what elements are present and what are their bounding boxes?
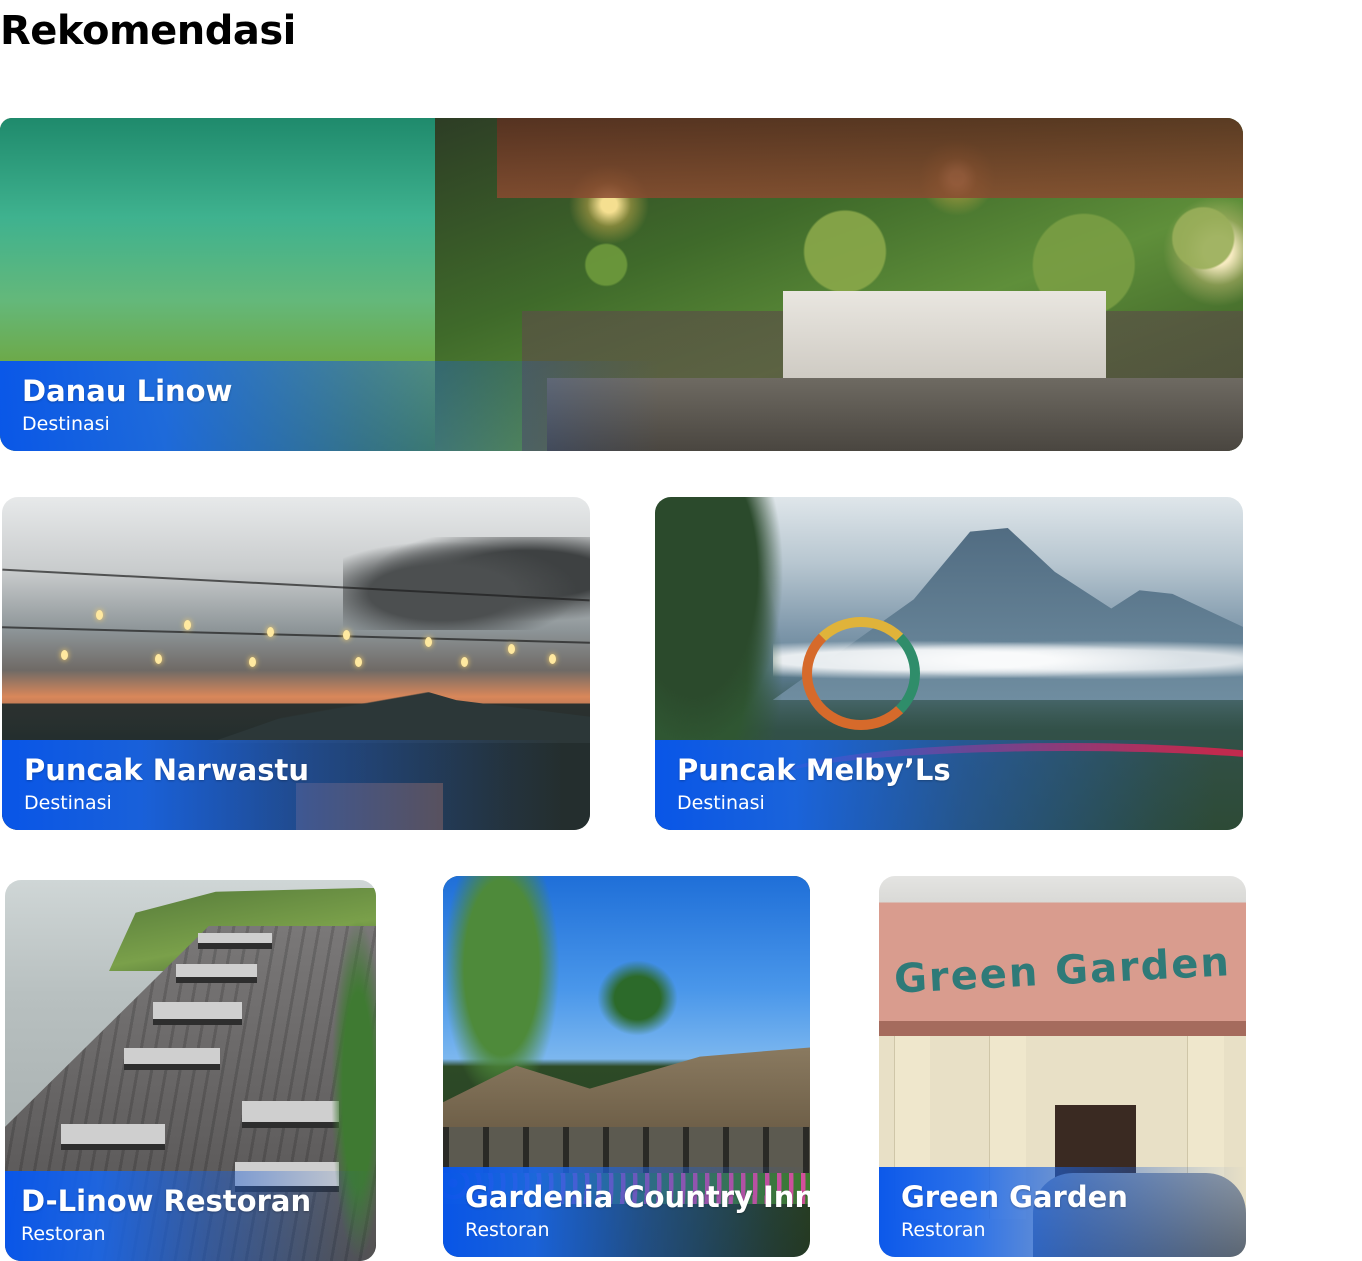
card-green-garden[interactable]: Green Garden Green Garden Restoran [879,876,1246,1257]
card-category: Destinasi [24,792,112,814]
card-puncak-narwastu[interactable]: Puncak Narwastu Destinasi [2,497,590,830]
green-garden-sign: Green Garden [892,939,1232,1004]
card-title: Puncak Melby’Ls [677,753,951,787]
card-title: Puncak Narwastu [24,753,309,787]
card-caption: D-Linow Restoran Restoran [5,1171,376,1261]
card-caption: Danau Linow Destinasi [0,361,660,451]
page-title: Rekomendasi [0,8,296,54]
card-caption: Puncak Narwastu Destinasi [2,740,562,830]
card-title: Gardenia Country Inn [465,1180,810,1214]
card-title: D-Linow Restoran [21,1184,312,1218]
card-category: Destinasi [22,413,110,435]
card-danau-linow[interactable]: Danau Linow Destinasi [0,118,1243,451]
card-d-linow-restoran[interactable]: D-Linow Restoran Restoran [5,880,376,1261]
card-puncak-melbyls[interactable]: Puncak Melby’Ls Destinasi [655,497,1243,830]
card-category: Destinasi [677,792,765,814]
card-category: Restoran [465,1219,550,1241]
card-caption: Green Garden Restoran [879,1167,1246,1257]
card-category: Restoran [21,1223,106,1245]
card-caption: Puncak Melby’Ls Destinasi [655,740,1215,830]
card-title: Danau Linow [22,374,233,408]
card-title: Green Garden [901,1180,1128,1214]
card-category: Restoran [901,1219,986,1241]
card-caption: Gardenia Country Inn Restoran [443,1167,810,1257]
card-gardenia-country-inn[interactable]: Gardenia Country Inn Restoran [443,876,810,1257]
